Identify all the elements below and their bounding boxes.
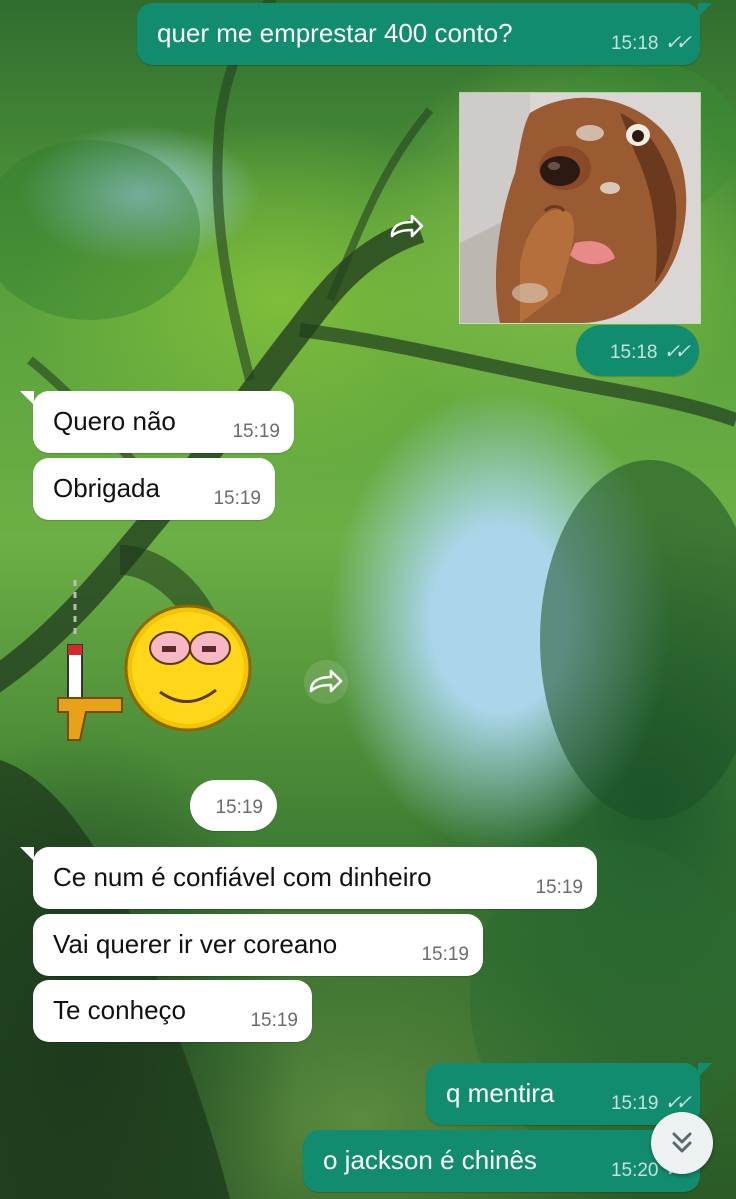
message-text: Vai querer ir ver coreano — [53, 929, 338, 959]
double-check-icon: ✓✓ — [664, 32, 691, 54]
message-text: o jackson é chinês — [323, 1145, 537, 1175]
message-time: 15:19 — [535, 877, 583, 898]
bubble-tail — [20, 391, 34, 405]
message-time: 15:19 — [610, 1092, 659, 1114]
forward-arrow-icon[interactable] — [304, 660, 348, 704]
message-time: 15:19 — [421, 944, 469, 965]
message-time: 15:18 — [609, 341, 658, 363]
message-time: 15:19 — [250, 1010, 298, 1031]
message-bubble-incoming[interactable]: Te conheço 15:19 — [33, 980, 312, 1042]
message-meta: 15:19 ✓✓ — [610, 1092, 692, 1114]
message-time: 15:19 — [232, 421, 280, 442]
message-bubble-outgoing[interactable]: quer me emprestar 400 conto? 15:18 ✓✓ — [137, 3, 700, 65]
message-text: Quero não — [53, 406, 176, 436]
dog-photo — [460, 93, 700, 323]
bubble-tail — [698, 1063, 712, 1077]
message-text: Te conheço — [53, 995, 186, 1025]
image-meta-bubble[interactable]: 15:18 ✓✓ — [576, 325, 699, 376]
message-meta: 15:18 ✓✓ — [610, 32, 692, 54]
double-check-icon: ✓✓ — [664, 1092, 691, 1114]
message-bubble-outgoing[interactable]: o jackson é chinês 15:20 ✓✓ — [303, 1130, 700, 1192]
scroll-to-bottom-button[interactable] — [651, 1112, 713, 1174]
message-bubble-incoming[interactable]: Obrigada 15:19 — [33, 458, 275, 520]
message-time: 15:19 — [213, 488, 261, 509]
double-check-icon: ✓✓ — [663, 341, 690, 363]
message-time: 15:18 — [610, 32, 659, 54]
forward-arrow-icon[interactable] — [385, 205, 429, 249]
message-meta: 15:18 ✓✓ — [609, 341, 691, 363]
message-text: quer me emprestar 400 conto? — [157, 18, 513, 48]
message-time: 15:20 — [610, 1159, 659, 1181]
image-attachment-dog[interactable] — [459, 92, 701, 324]
sticker-time-bubble: 15:19 — [190, 780, 277, 831]
message-bubble-incoming[interactable]: Quero não 15:19 — [33, 391, 294, 453]
message-text: Obrigada — [53, 473, 160, 503]
message-bubble-incoming[interactable]: Vai querer ir ver coreano 15:19 — [33, 914, 483, 976]
message-text: Ce num é confiável com dinheiro — [53, 862, 432, 892]
double-chevron-down-icon — [672, 1132, 692, 1153]
sticker-message[interactable] — [50, 580, 260, 750]
message-bubble-incoming[interactable]: Ce num é confiável com dinheiro 15:19 — [33, 847, 597, 909]
message-text: q mentira — [446, 1078, 555, 1108]
smiley-sticker — [57, 580, 252, 741]
message-bubble-outgoing[interactable]: q mentira 15:19 ✓✓ — [426, 1063, 700, 1125]
bubble-tail — [698, 3, 712, 17]
bubble-tail — [20, 847, 34, 861]
message-time: 15:19 — [215, 797, 263, 818]
